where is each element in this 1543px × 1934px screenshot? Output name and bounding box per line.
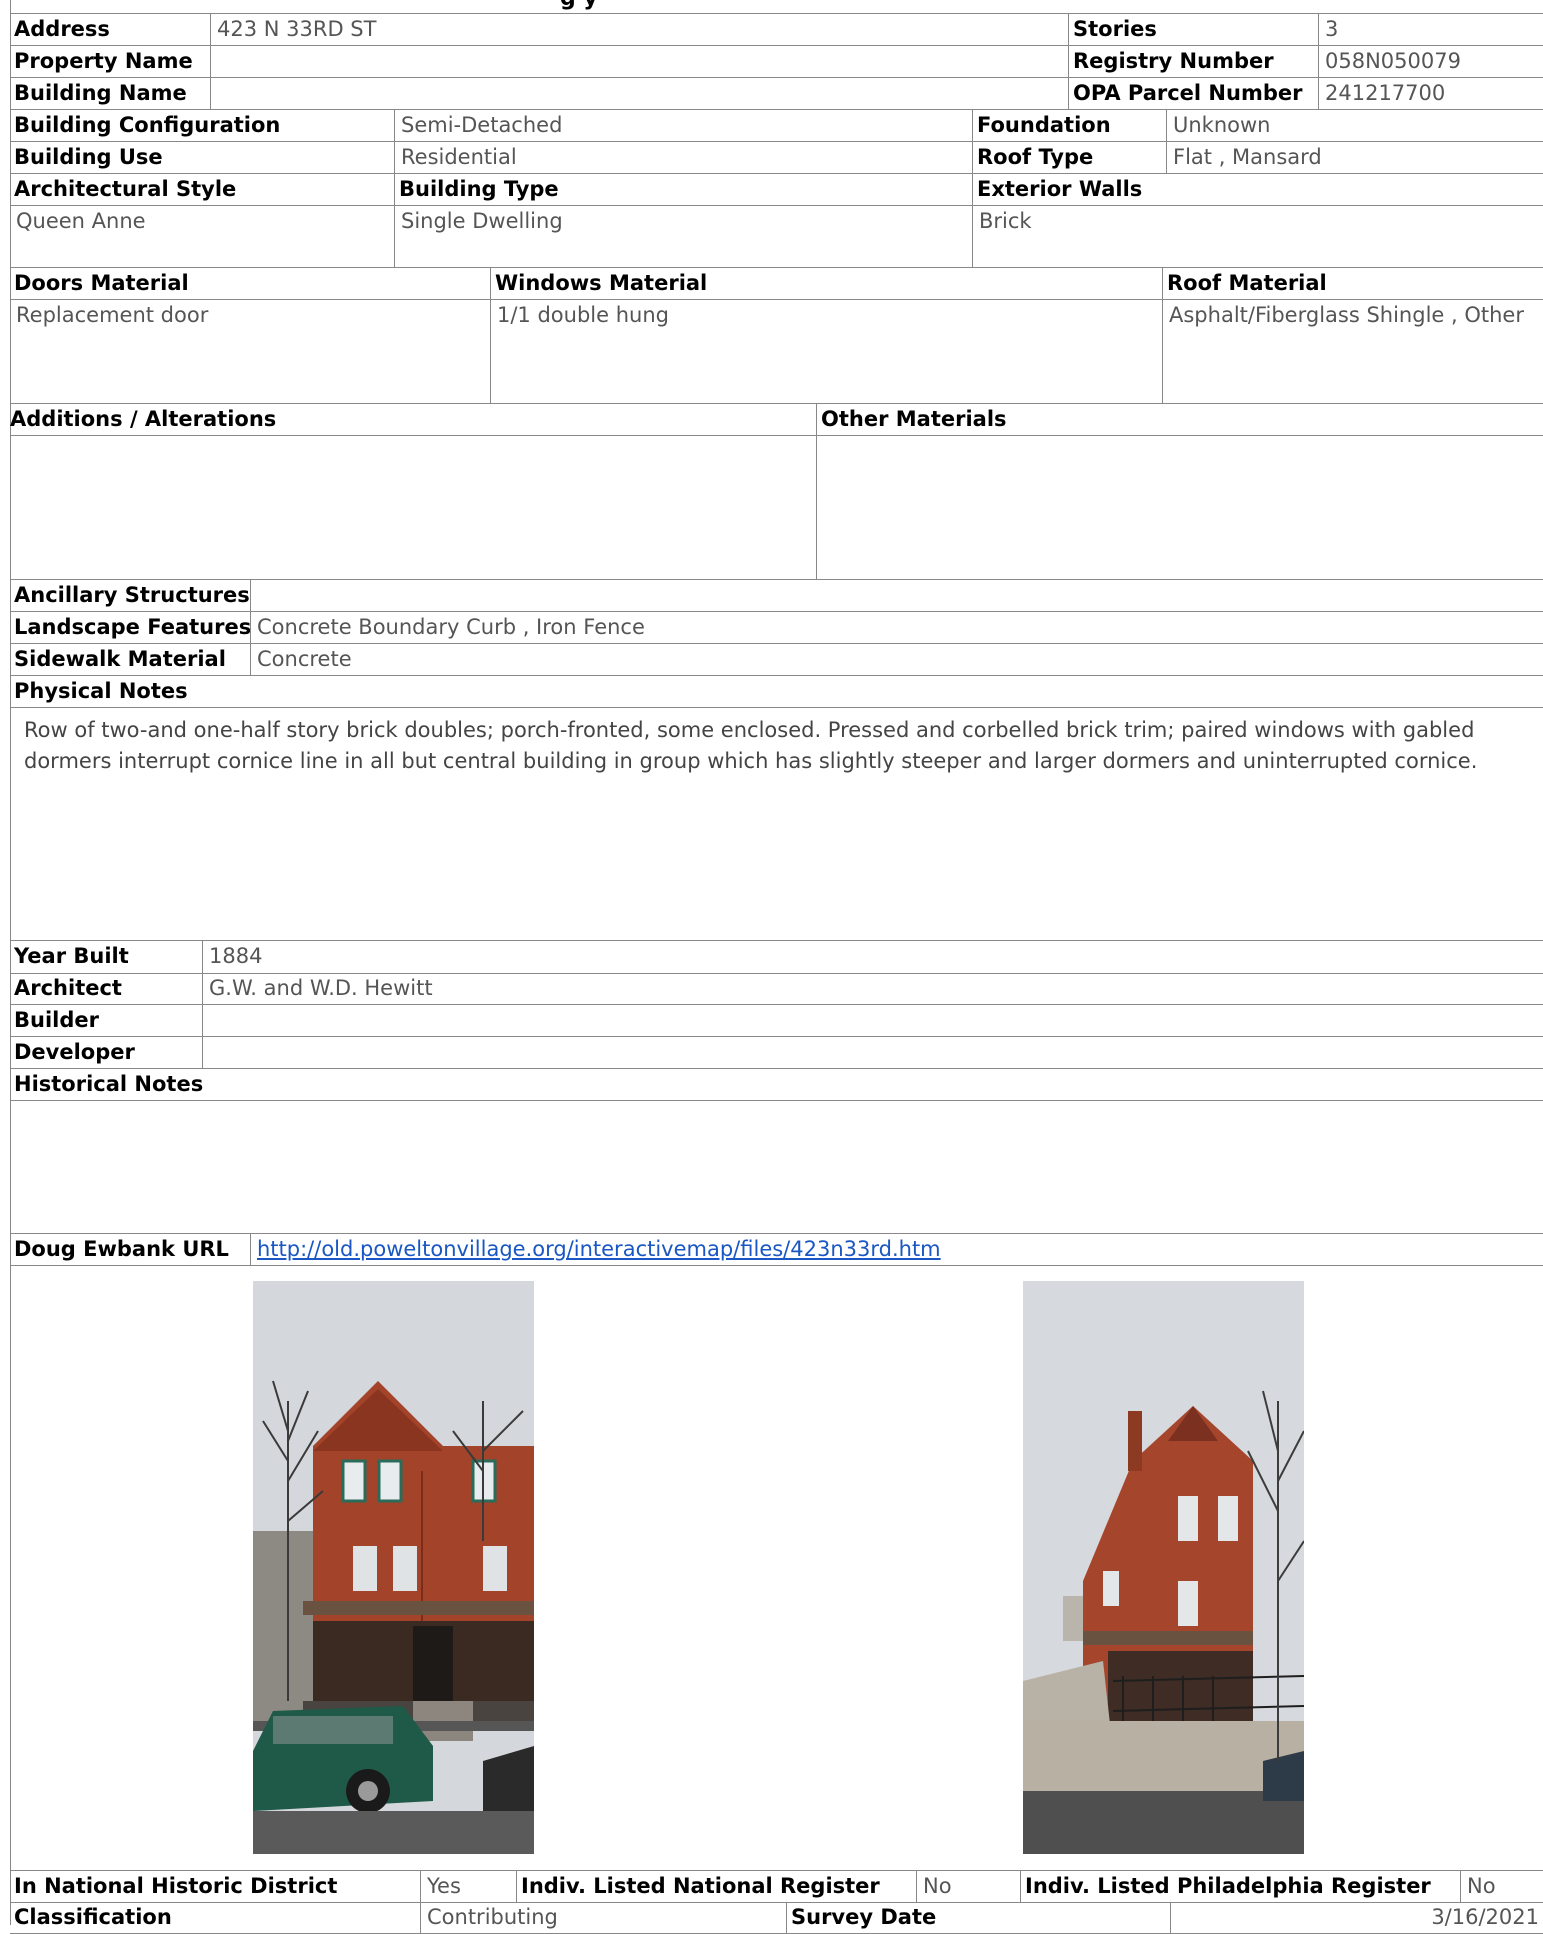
roof-material-value: Asphalt/Fiberglass Shingle , Other: [1162, 300, 1543, 403]
registry-value: 058N050079: [1318, 46, 1543, 77]
row-ewbank-url: Doug Ewbank URL http://old.poweltonvilla…: [10, 1234, 1543, 1266]
other-materials-label: Other Materials: [816, 404, 1543, 435]
district-value: Yes: [420, 1871, 516, 1902]
other-materials-value: [816, 436, 1543, 579]
natl-register-label: Indiv. Listed National Register: [516, 1871, 916, 1902]
phila-register-value: No: [1460, 1871, 1543, 1902]
row-architect: Architect G.W. and W.D. Hewitt: [10, 973, 1543, 1005]
row-style-headers: Architectural Style Building Type Exteri…: [10, 174, 1543, 206]
row-classification: Classification Contributing Survey Date …: [10, 1902, 1543, 1934]
address-value: 423 N 33RD ST: [210, 14, 1080, 45]
building-photo-corner: [1023, 1281, 1304, 1854]
ewbank-url-cell: http://old.poweltonvillage.org/interacti…: [250, 1234, 1543, 1265]
survey-value: 3/16/2021: [1170, 1902, 1543, 1933]
windows-value: 1/1 double hung: [490, 300, 1162, 403]
row-historical-notes-header: Historical Notes: [10, 1069, 1543, 1101]
building-type-value: Single Dwelling: [394, 206, 972, 267]
row-style-values: Queen Anne Single Dwelling Brick: [10, 206, 1543, 268]
row-building-use: Building Use Residential Roof Type Flat …: [10, 142, 1543, 174]
row-developer: Developer: [10, 1037, 1543, 1069]
survey-label: Survey Date: [786, 1902, 1170, 1933]
builder-value: [202, 1005, 1543, 1036]
architect-label: Architect: [14, 976, 122, 1000]
registry-label: Registry Number: [1068, 46, 1318, 77]
roof-material-label: Roof Material: [1162, 268, 1543, 299]
row-physical-notes-header: Physical Notes: [10, 676, 1543, 708]
row-address: Address 423 N 33RD ST Stories 3: [10, 14, 1543, 46]
row-year-built: Year Built 1884: [10, 940, 1543, 974]
use-value: Residential: [394, 142, 972, 173]
row-ancillary: Ancillary Structures: [10, 580, 1543, 612]
property-name-value: [210, 46, 1068, 77]
opa-value: 241217700: [1318, 78, 1543, 109]
ancillary-label: Ancillary Structures: [14, 583, 250, 607]
historical-notes-label: Historical Notes: [14, 1072, 204, 1096]
roof-type-value: Flat , Mansard: [1166, 142, 1543, 173]
sidewalk-value: Concrete: [250, 644, 1543, 675]
ewbank-url-link[interactable]: http://old.poweltonvillage.org/interacti…: [257, 1237, 941, 1261]
foundation-label: Foundation: [972, 110, 1166, 141]
phila-register-label: Indiv. Listed Philadelphia Register: [1020, 1871, 1460, 1902]
physical-notes-text: Row of two-and one-half story brick doub…: [24, 718, 1478, 773]
year-label: Year Built: [14, 944, 129, 968]
walls-label: Exterior Walls: [972, 174, 1543, 205]
foundation-value: Unknown: [1166, 110, 1543, 141]
use-label: Building Use: [14, 145, 163, 169]
row-historical-notes: [10, 1101, 1543, 1234]
style-value: Queen Anne: [16, 209, 146, 233]
builder-label: Builder: [14, 1008, 99, 1032]
building-name-label: Building Name: [14, 81, 187, 105]
style-label: Architectural Style: [14, 177, 237, 201]
row-building-name: Building Name OPA Parcel Number 24121770…: [10, 78, 1543, 110]
ewbank-label: Doug Ewbank URL: [14, 1237, 229, 1261]
property-name-label: Property Name: [14, 49, 193, 73]
stories-label: Stories: [1068, 14, 1318, 45]
building-name-value: [210, 78, 1068, 109]
landscape-value: Concrete Boundary Curb , Iron Fence: [250, 612, 1543, 643]
walls-value: Brick: [972, 206, 1543, 267]
config-label: Building Configuration: [14, 113, 281, 137]
additions-label: Additions / Alterations: [10, 407, 277, 431]
row-landscape: Landscape Features Concrete Boundary Cur…: [10, 612, 1543, 644]
row-builder: Builder: [10, 1005, 1543, 1037]
landscape-label: Landscape Features: [14, 615, 250, 639]
additions-value: [10, 436, 816, 579]
row-building-config: Building Configuration Semi-Detached Fou…: [10, 110, 1543, 142]
doors-label: Doors Material: [14, 271, 189, 295]
row-alterations-values: [10, 436, 1543, 580]
building-photo-front: [253, 1281, 534, 1854]
year-value: 1884: [202, 941, 1543, 973]
row-materials-values: Replacement door 1/1 double hung Asphalt…: [10, 300, 1543, 404]
config-value: Semi-Detached: [394, 110, 972, 141]
page-title-fragment: g y: [560, 0, 598, 11]
row-materials-headers: Doors Material Windows Material Roof Mat…: [10, 268, 1543, 300]
classification-label: Classification: [14, 1905, 172, 1929]
opa-label: OPA Parcel Number: [1068, 78, 1318, 109]
developer-value: [202, 1037, 1543, 1068]
doors-value: Replacement door: [16, 303, 209, 327]
sidewalk-label: Sidewalk Material: [14, 647, 226, 671]
roof-type-label: Roof Type: [972, 142, 1166, 173]
district-label: In National Historic District: [14, 1874, 338, 1898]
ancillary-value: [250, 580, 1543, 611]
address-label: Address: [14, 17, 110, 41]
historical-notes-text: [10, 1101, 1543, 1233]
row-sidewalk: Sidewalk Material Concrete: [10, 644, 1543, 676]
developer-label: Developer: [14, 1040, 135, 1064]
classification-value: Contributing: [420, 1902, 786, 1933]
row-physical-notes: Row of two-and one-half story brick doub…: [10, 708, 1543, 940]
building-type-label: Building Type: [394, 174, 972, 205]
architect-value: G.W. and W.D. Hewitt: [202, 973, 1543, 1004]
physical-notes-label: Physical Notes: [14, 679, 188, 703]
natl-register-value: No: [916, 1871, 1020, 1902]
row-registers: In National Historic District Yes Indiv.…: [10, 1870, 1543, 1903]
windows-label: Windows Material: [490, 268, 1162, 299]
stories-value: 3: [1318, 14, 1543, 45]
row-property-name: Property Name Registry Number 058N050079: [10, 46, 1543, 78]
row-alterations-headers: Additions / Alterations Other Materials: [10, 404, 1543, 436]
